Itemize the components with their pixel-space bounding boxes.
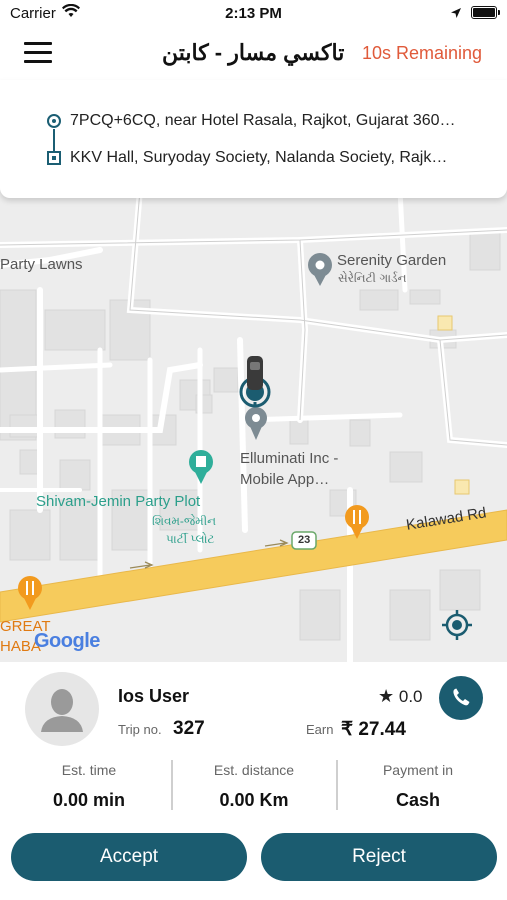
map-label-road-num: 23 <box>298 534 311 546</box>
payment-stat: Payment in Cash <box>338 762 498 811</box>
trip-request-sheet: Ios User Trip no. 327 ★ 0.0 Earn ₹ 27.44… <box>0 662 507 900</box>
route-connector <box>53 129 55 151</box>
est-distance-value: 0.00 Km <box>219 790 289 810</box>
location-arrow-icon <box>450 6 462 23</box>
call-rider-button[interactable] <box>439 676 483 720</box>
rider-rating: ★ 0.0 <box>378 686 423 707</box>
user-placeholder-icon <box>41 689 83 732</box>
divider <box>171 760 173 810</box>
battery-icon <box>471 6 500 19</box>
rating-value: 0.0 <box>398 687 423 706</box>
map-label-shivam: Shivam-Jemin Party Plot <box>36 493 201 510</box>
earn-label: Earn <box>306 722 334 737</box>
map-label-shivam-gu-1: શિવમ-જેમીન <box>152 514 217 528</box>
est-distance-stat: Est. distance 0.00 Km <box>174 762 334 811</box>
payment-value: Cash <box>395 790 440 810</box>
crosshair-icon <box>442 610 472 640</box>
payment-label: Payment in <box>382 762 454 778</box>
recenter-location-button[interactable] <box>440 608 474 642</box>
map-view[interactable]: Party Lawns Serenity Garden સેરેનિટી ગાર… <box>0 190 507 662</box>
star-icon: ★ <box>378 686 395 706</box>
trip-number-label: Trip no. <box>118 722 162 737</box>
est-time-label: Est. time <box>61 762 117 778</box>
hamburger-icon <box>24 42 52 45</box>
map-label-elluminati-1: Elluminati Inc - <box>240 450 339 467</box>
rider-name: Ios User <box>118 686 190 706</box>
map-label-party-lawns: Party Lawns <box>0 256 83 273</box>
app-header: تاكسي مسار - كابتن 10s Remaining <box>0 28 507 78</box>
est-time-value: 0.00 min <box>52 790 126 810</box>
trip-number: 327 <box>173 718 205 739</box>
route-card: 7PCQ+6CQ, near Hotel Rasala, Rajkot, Guj… <box>0 80 507 198</box>
pickup-address: 7PCQ+6CQ, near Hotel Rasala, Rajkot, Guj… <box>70 112 456 129</box>
accept-button[interactable]: Accept <box>11 833 247 881</box>
status-bar: Carrier 2:13 PM <box>0 0 507 28</box>
clock: 2:13 PM <box>225 5 282 22</box>
phone-icon <box>453 688 470 706</box>
map-label-serenity: Serenity Garden <box>337 252 447 269</box>
avatar <box>25 672 99 746</box>
countdown-timer: 10s Remaining <box>362 43 483 63</box>
est-time-stat: Est. time 0.00 min <box>9 762 169 811</box>
menu-button[interactable] <box>24 40 54 64</box>
page-title: تاكسي مسار - كابتن <box>162 40 345 65</box>
reject-button[interactable]: Reject <box>261 833 497 881</box>
google-logo: Google <box>34 630 100 652</box>
earn-value: ₹ 27.44 <box>341 719 406 740</box>
map-label-elluminati-2: Mobile App… <box>240 471 330 488</box>
map-label-serenity-gu: સેરેનિટી ગાર્ડન <box>338 271 407 285</box>
map-label-shivam-gu-2: પાર્ટી પ્લોટ <box>166 532 215 546</box>
dropoff-address: KKV Hall, Suryoday Society, Nalanda Soci… <box>70 149 448 166</box>
pickup-marker-icon <box>47 114 61 128</box>
dropoff-marker-icon <box>47 151 61 165</box>
est-distance-label: Est. distance <box>213 762 295 778</box>
